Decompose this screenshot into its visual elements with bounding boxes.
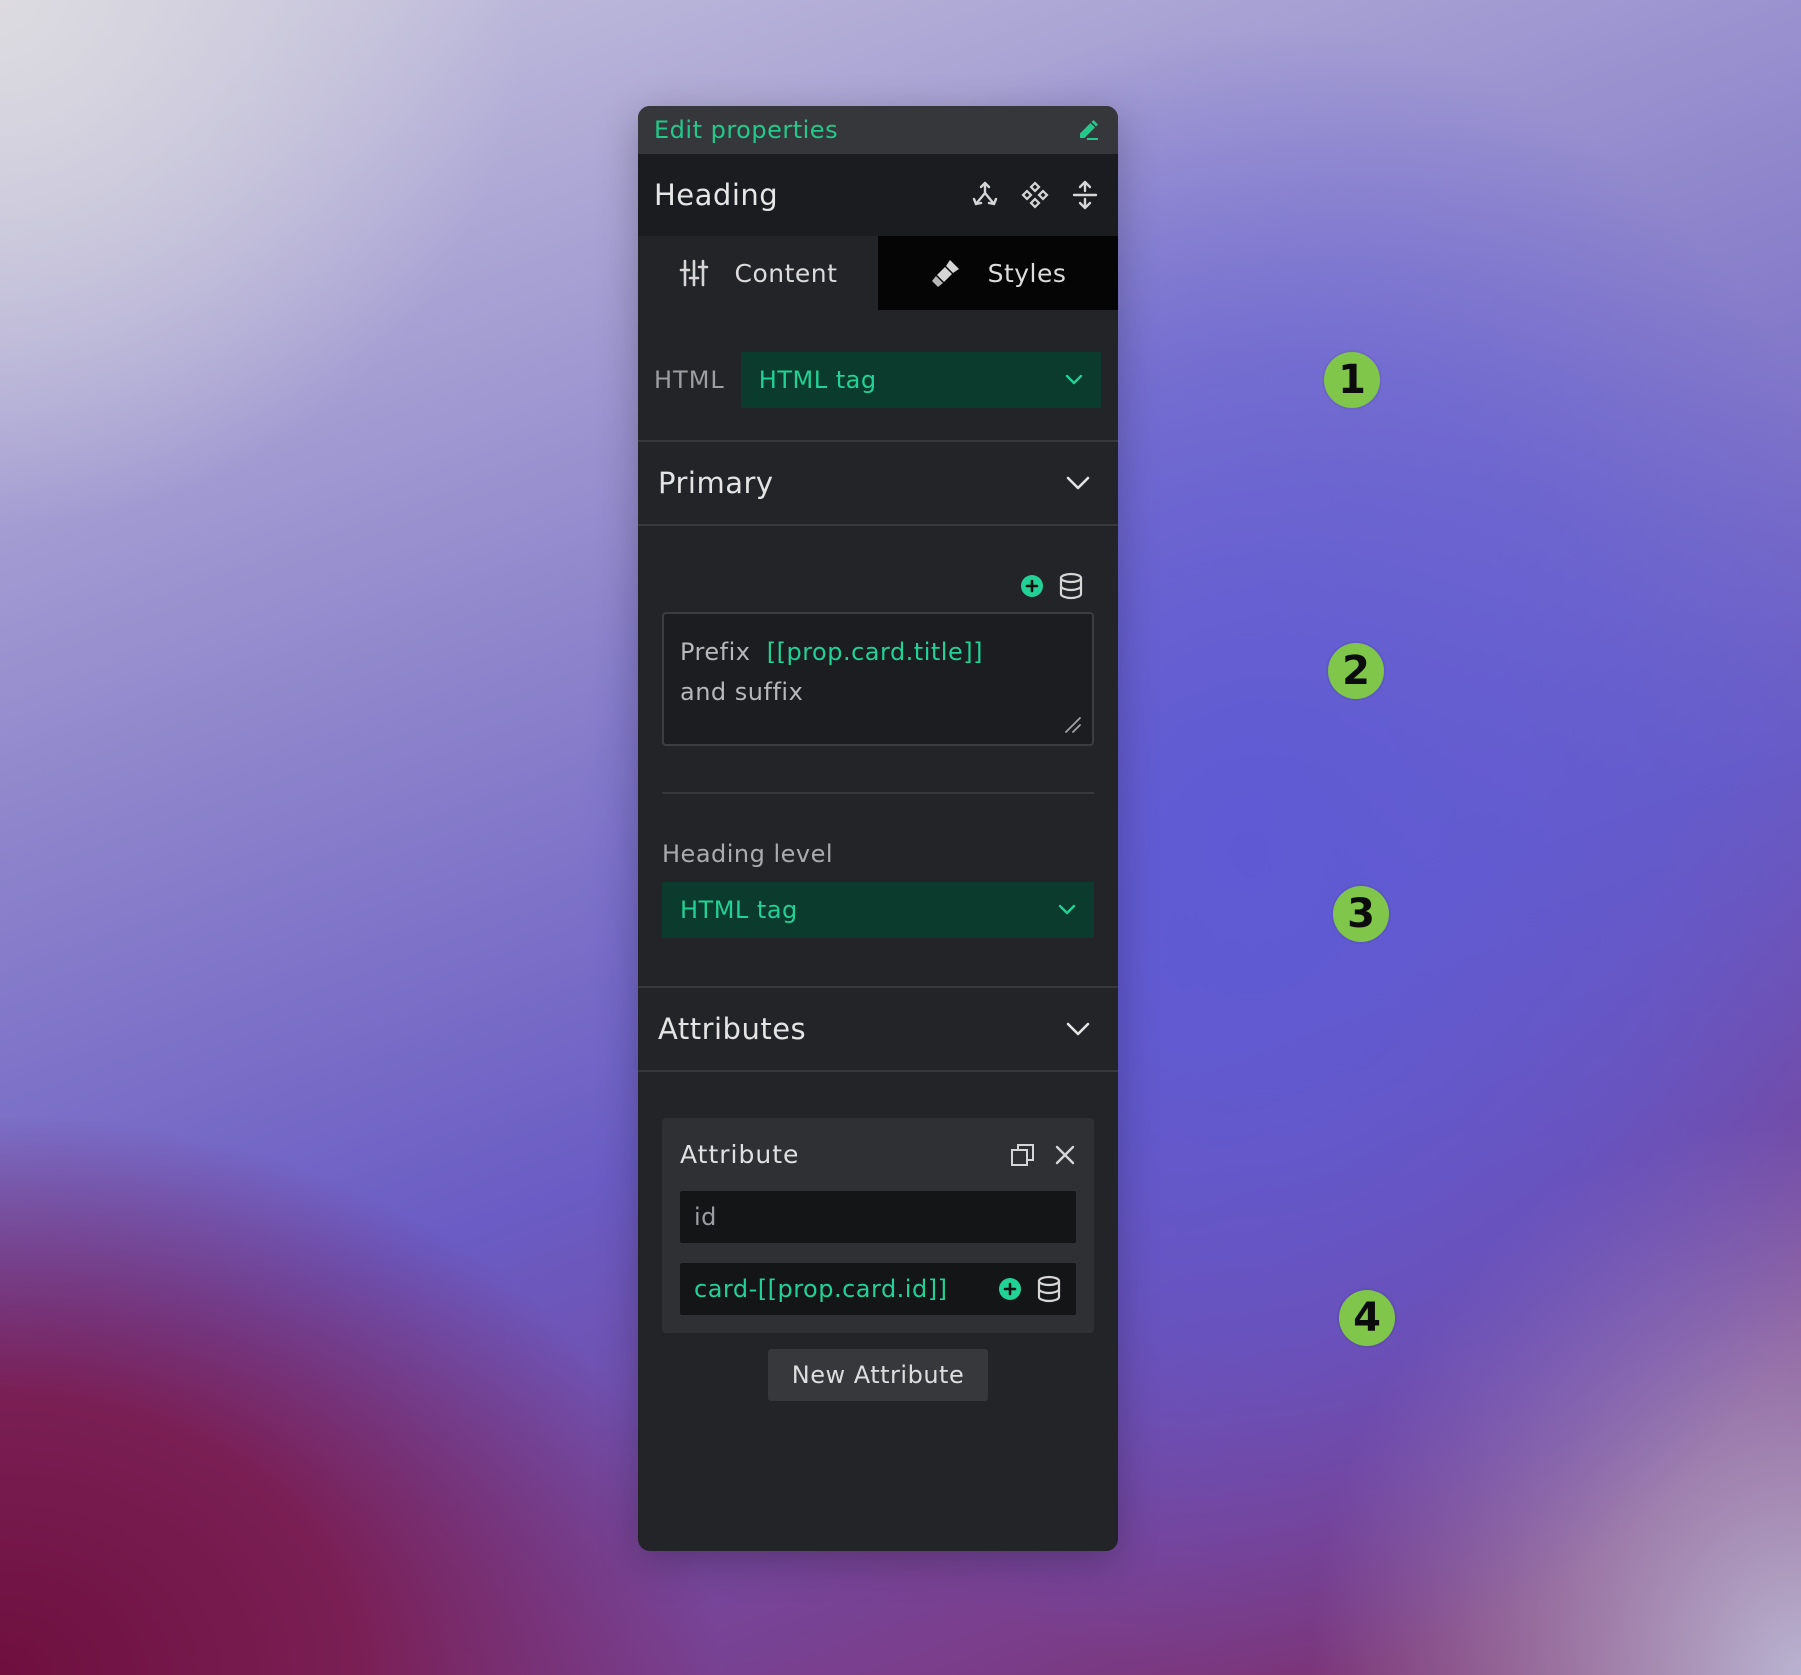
- text-field-tools: [662, 526, 1094, 612]
- new-attribute-button[interactable]: New Attribute: [767, 1349, 989, 1401]
- heading-level-select-value: HTML tag: [680, 896, 798, 924]
- section-primary-title: Primary: [658, 466, 774, 500]
- branch-icon[interactable]: [970, 180, 1000, 210]
- panel-title: Edit properties: [654, 116, 839, 144]
- html-label: HTML: [654, 366, 725, 394]
- callout-badge-3: 3: [1333, 886, 1389, 942]
- text-prefix: Prefix: [680, 638, 751, 666]
- attribute-card: Attribute id card-[[prop.card.id]]: [662, 1118, 1094, 1333]
- chevron-down-icon: [1066, 476, 1090, 490]
- attributes-section-body: Attribute id card-[[prop.card.id]] New A…: [638, 1118, 1118, 1401]
- section-attributes-header[interactable]: Attributes: [638, 988, 1118, 1070]
- chevron-down-icon: [1065, 374, 1083, 386]
- expand-vertical-icon[interactable]: [1070, 180, 1100, 210]
- close-icon[interactable]: [1054, 1144, 1076, 1166]
- tab-styles-label: Styles: [987, 258, 1067, 288]
- callout-badge-2: 2: [1328, 643, 1384, 699]
- edit-properties-panel: Edit properties Heading Content Styles H…: [638, 106, 1118, 1551]
- resize-handle-icon[interactable]: [1064, 716, 1082, 734]
- element-name: Heading: [654, 178, 779, 212]
- callout-badge-1: 1: [1324, 352, 1380, 408]
- text-token: [[prop.card.title]]: [766, 638, 983, 666]
- html-tag-select-value: HTML tag: [758, 366, 877, 394]
- edit-pencil-icon[interactable]: [1076, 118, 1100, 142]
- tab-styles[interactable]: Styles: [878, 236, 1118, 310]
- html-tag-row: HTML HTML tag: [638, 310, 1118, 440]
- element-header: Heading: [638, 154, 1118, 236]
- section-primary-header[interactable]: Primary: [638, 442, 1118, 524]
- attribute-key-input[interactable]: id: [680, 1191, 1076, 1243]
- tab-bar: Content Styles: [638, 236, 1118, 310]
- callout-badge-4: 4: [1339, 1290, 1395, 1346]
- html-tag-select[interactable]: HTML tag: [740, 352, 1101, 408]
- add-circle-icon[interactable]: [1020, 574, 1044, 598]
- panel-titlebar: Edit properties: [638, 106, 1118, 154]
- heading-level-select[interactable]: HTML tag: [662, 882, 1094, 938]
- text-suffix: and suffix: [680, 678, 804, 706]
- add-circle-icon[interactable]: [998, 1277, 1022, 1301]
- attribute-value-text: card-[[prop.card.id]]: [694, 1275, 948, 1303]
- attribute-card-title: Attribute: [680, 1140, 800, 1169]
- chevron-down-icon: [1066, 1022, 1090, 1036]
- paintbrush-icon: [930, 257, 962, 289]
- section-divider: [638, 1070, 1118, 1072]
- component-icon[interactable]: [1020, 180, 1050, 210]
- heading-text-area[interactable]: Prefix [[prop.card.title]] and suffix: [662, 612, 1094, 746]
- attribute-key-value: id: [694, 1203, 717, 1231]
- tab-content-label: Content: [734, 258, 838, 288]
- tab-content[interactable]: Content: [638, 236, 878, 310]
- section-attributes-title: Attributes: [658, 1012, 807, 1046]
- heading-level-label: Heading level: [662, 840, 834, 868]
- primary-section-body: Prefix [[prop.card.title]] and suffix He…: [638, 526, 1118, 938]
- attribute-value-input[interactable]: card-[[prop.card.id]]: [680, 1263, 1076, 1315]
- database-icon[interactable]: [1058, 572, 1084, 600]
- chevron-down-icon: [1058, 904, 1076, 916]
- sliders-icon: [679, 258, 709, 288]
- duplicate-icon[interactable]: [1010, 1142, 1036, 1168]
- database-icon[interactable]: [1036, 1275, 1062, 1303]
